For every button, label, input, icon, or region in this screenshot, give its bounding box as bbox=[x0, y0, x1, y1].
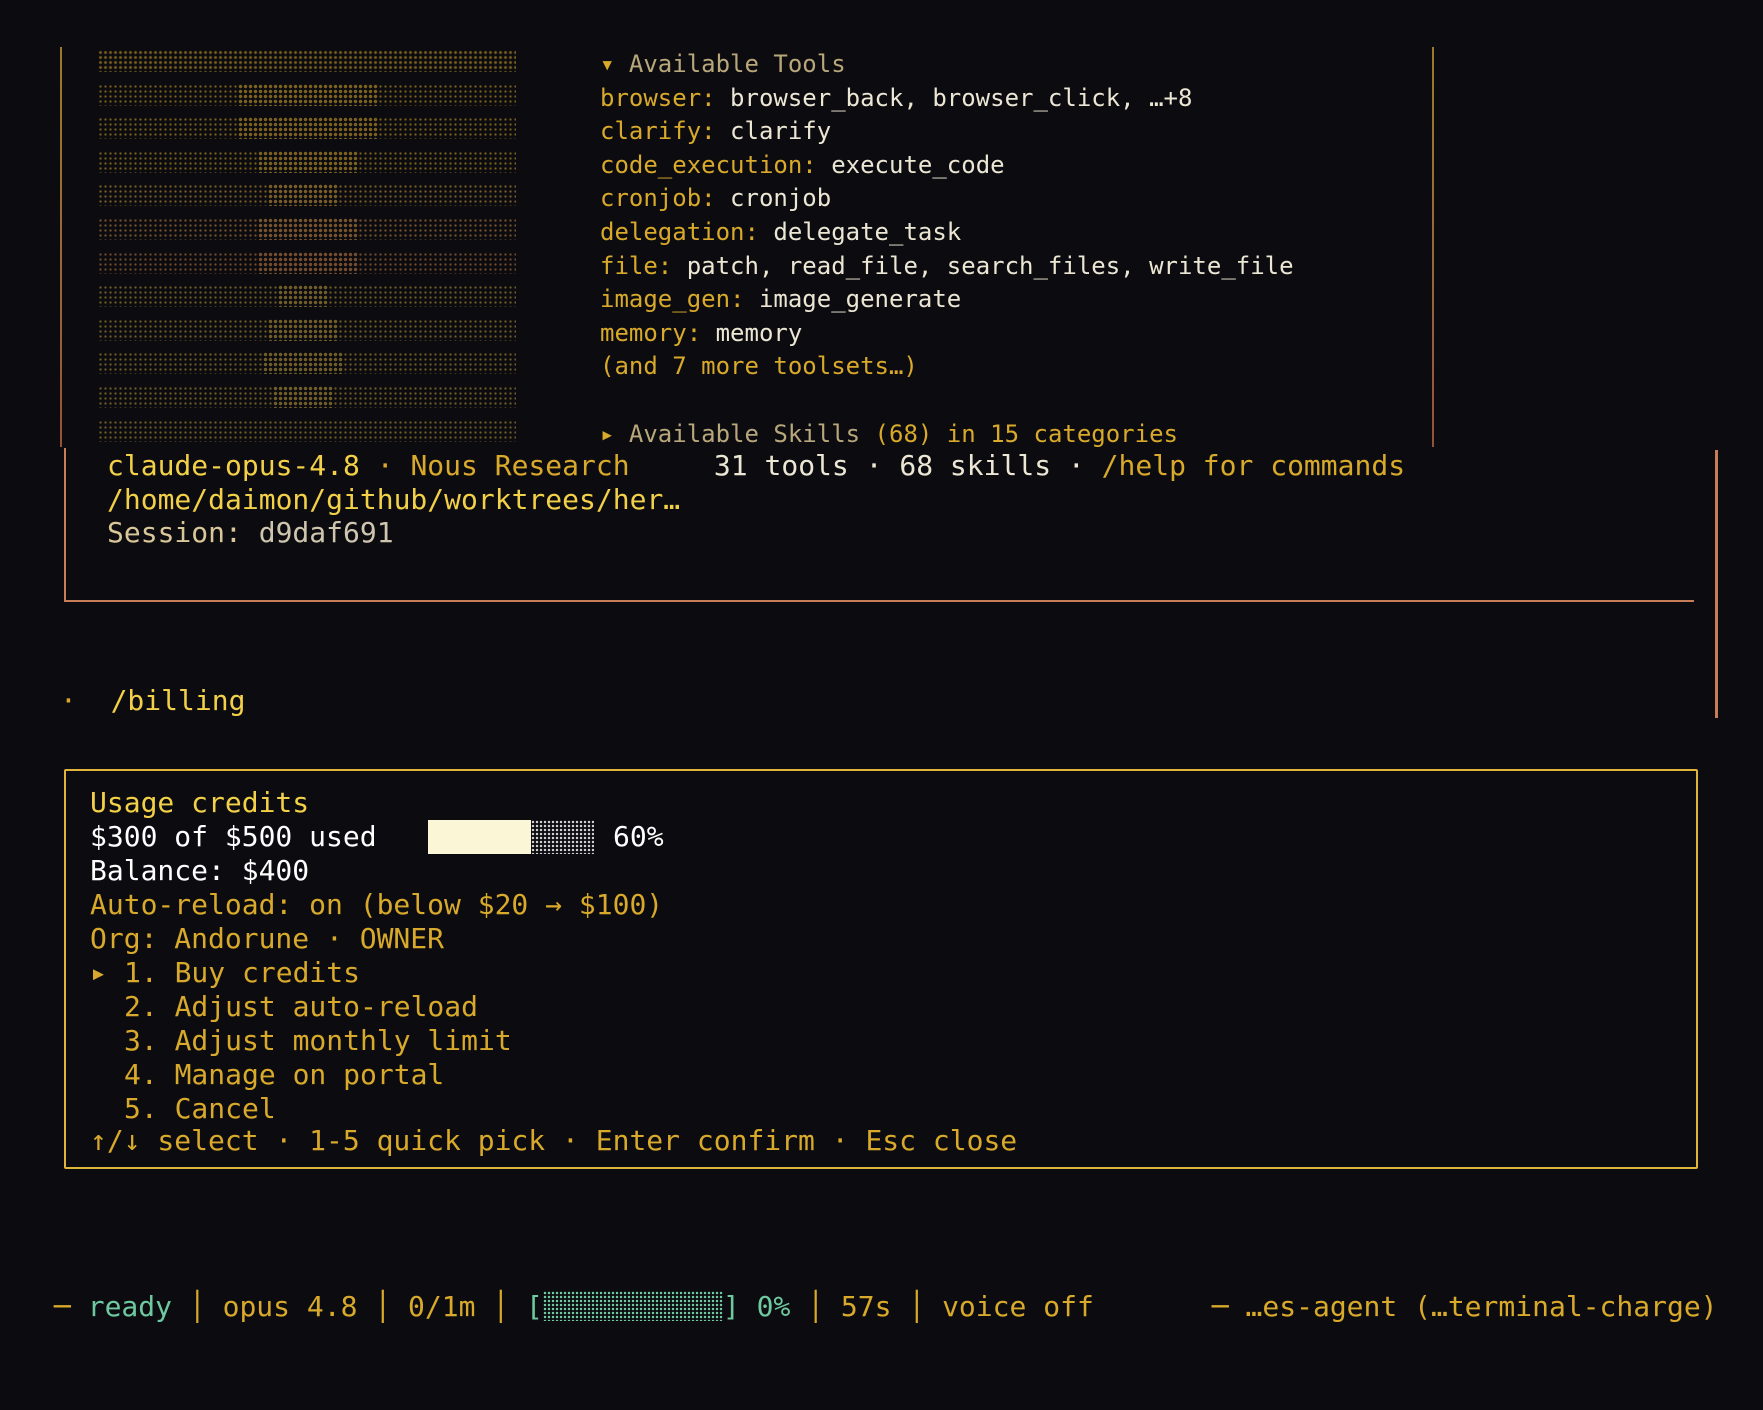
usage-progress-remaining bbox=[531, 820, 594, 854]
usage-percent: 60% bbox=[613, 820, 664, 853]
usage-progress-bar bbox=[428, 820, 594, 854]
tool-category-value: patch, read_file, search_files, write_fi… bbox=[686, 251, 1294, 280]
tool-category-key: clarify: bbox=[600, 117, 716, 146]
session-id: d9daf691 bbox=[258, 516, 394, 550]
selected-marker: ▸ bbox=[90, 956, 107, 989]
command-text: /billing bbox=[110, 684, 246, 717]
bullet: · bbox=[60, 684, 77, 717]
tool-category-key: code_execution: bbox=[600, 150, 817, 179]
billing-option-2[interactable]: 2. Adjust auto-reload bbox=[124, 990, 478, 1023]
tool-category-key: cronjob: bbox=[600, 184, 716, 213]
tool-category-key: browser: bbox=[600, 83, 716, 112]
model-name: claude-opus-4.8 bbox=[107, 449, 360, 482]
status-state: ready bbox=[87, 1290, 173, 1323]
keyboard-hint: ↑/↓ select · 1-5 quick pick · Enter conf… bbox=[90, 1124, 1018, 1157]
tool-category-key: memory: bbox=[600, 318, 702, 347]
billing-option-3[interactable]: 3. Adjust monthly limit bbox=[124, 1024, 512, 1057]
tool-category-value: delegate_task bbox=[773, 217, 962, 246]
tool-category-value: image_generate bbox=[758, 285, 962, 314]
billing-option-5[interactable]: 5. Cancel bbox=[124, 1092, 276, 1125]
skills-header[interactable]: ▸ Available Skills (68) in 15 categories bbox=[600, 418, 1294, 452]
usage-text: $300 of $500 used bbox=[90, 820, 377, 853]
status-model: opus 4.8 bbox=[222, 1290, 358, 1323]
working-path: /home/daimon/github/worktrees/her… bbox=[107, 482, 681, 516]
session-label: Session: bbox=[107, 516, 242, 550]
voice-toggle[interactable]: voice off bbox=[942, 1290, 1094, 1323]
provider-name: · Nous Research bbox=[376, 449, 630, 482]
ascii-art-logo bbox=[98, 50, 516, 445]
tools-panel: ▾ Available Tools browser: browser_back,… bbox=[600, 48, 1294, 451]
tool-category-key: file: bbox=[600, 251, 673, 280]
tool-category-value: browser_back, browser_click, …+8 bbox=[730, 83, 1193, 112]
tool-category-row: clarify: clarify bbox=[600, 115, 1294, 149]
help-hint: /help for commands bbox=[1101, 449, 1406, 482]
tool-category-key: delegation: bbox=[600, 217, 759, 246]
tool-category-row: memory: memory bbox=[600, 317, 1294, 351]
session-right-rule bbox=[1715, 450, 1718, 718]
tool-category-row: delegation: delegate_task bbox=[600, 216, 1294, 250]
tool-category-key: image_gen: bbox=[600, 285, 745, 314]
tool-category-row: cronjob: cronjob bbox=[600, 182, 1294, 216]
context-usage-bar bbox=[542, 1291, 723, 1321]
terminal-window: ▾ Available Tools browser: browser_back,… bbox=[0, 0, 1763, 1410]
session-info: claude-opus-4.8 · Nous Research 31 tools… bbox=[107, 449, 1405, 550]
tools-header[interactable]: ▾ Available Tools bbox=[600, 48, 1294, 82]
context-percent: 0% bbox=[756, 1290, 791, 1323]
tool-skill-counts: 31 tools · 68 skills · bbox=[713, 449, 1085, 482]
tool-category-value: clarify bbox=[730, 117, 832, 146]
status-bar: ─ ready │ opus 4.8 │ 0/1m │ [] 0% │ 57s … bbox=[54, 1290, 1718, 1323]
usage-progress-fill bbox=[428, 820, 531, 854]
status-branch: ─ …es-agent (…terminal-charge) bbox=[1211, 1290, 1718, 1323]
tool-category-value: memory bbox=[715, 318, 803, 347]
tool-category-value: cronjob bbox=[730, 184, 832, 213]
tool-category-value: execute_code bbox=[831, 150, 1005, 179]
auto-reload-status: Auto-reload: on (below $20 → $100) bbox=[90, 888, 664, 921]
tool-category-row: image_gen: image_generate bbox=[600, 283, 1294, 317]
banner-right-rule bbox=[1432, 47, 1434, 447]
chevron-down-icon: ▾ bbox=[600, 50, 629, 78]
tool-category-row: code_execution: execute_code bbox=[600, 149, 1294, 183]
billing-title: Usage credits bbox=[90, 786, 310, 819]
status-dash: ─ bbox=[54, 1290, 71, 1323]
command-echo: · /billing bbox=[60, 684, 245, 717]
status-elapsed: 57s bbox=[840, 1290, 892, 1323]
more-toolsets: (and 7 more toolsets…) bbox=[600, 352, 918, 381]
tool-category-row: file: patch, read_file, search_files, wr… bbox=[600, 250, 1294, 284]
org-info: Org: Andorune · OWNER bbox=[90, 922, 445, 955]
banner-left-rule bbox=[60, 47, 62, 447]
billing-option-1[interactable]: 1. Buy credits bbox=[124, 956, 360, 989]
status-tokens: 0/1m bbox=[408, 1290, 476, 1323]
billing-option-4[interactable]: 4. Manage on portal bbox=[124, 1058, 444, 1091]
balance: Balance: $400 bbox=[90, 854, 310, 887]
chevron-right-icon: ▸ bbox=[600, 419, 629, 448]
tool-category-row: browser: browser_back, browser_click, …+… bbox=[600, 82, 1294, 116]
